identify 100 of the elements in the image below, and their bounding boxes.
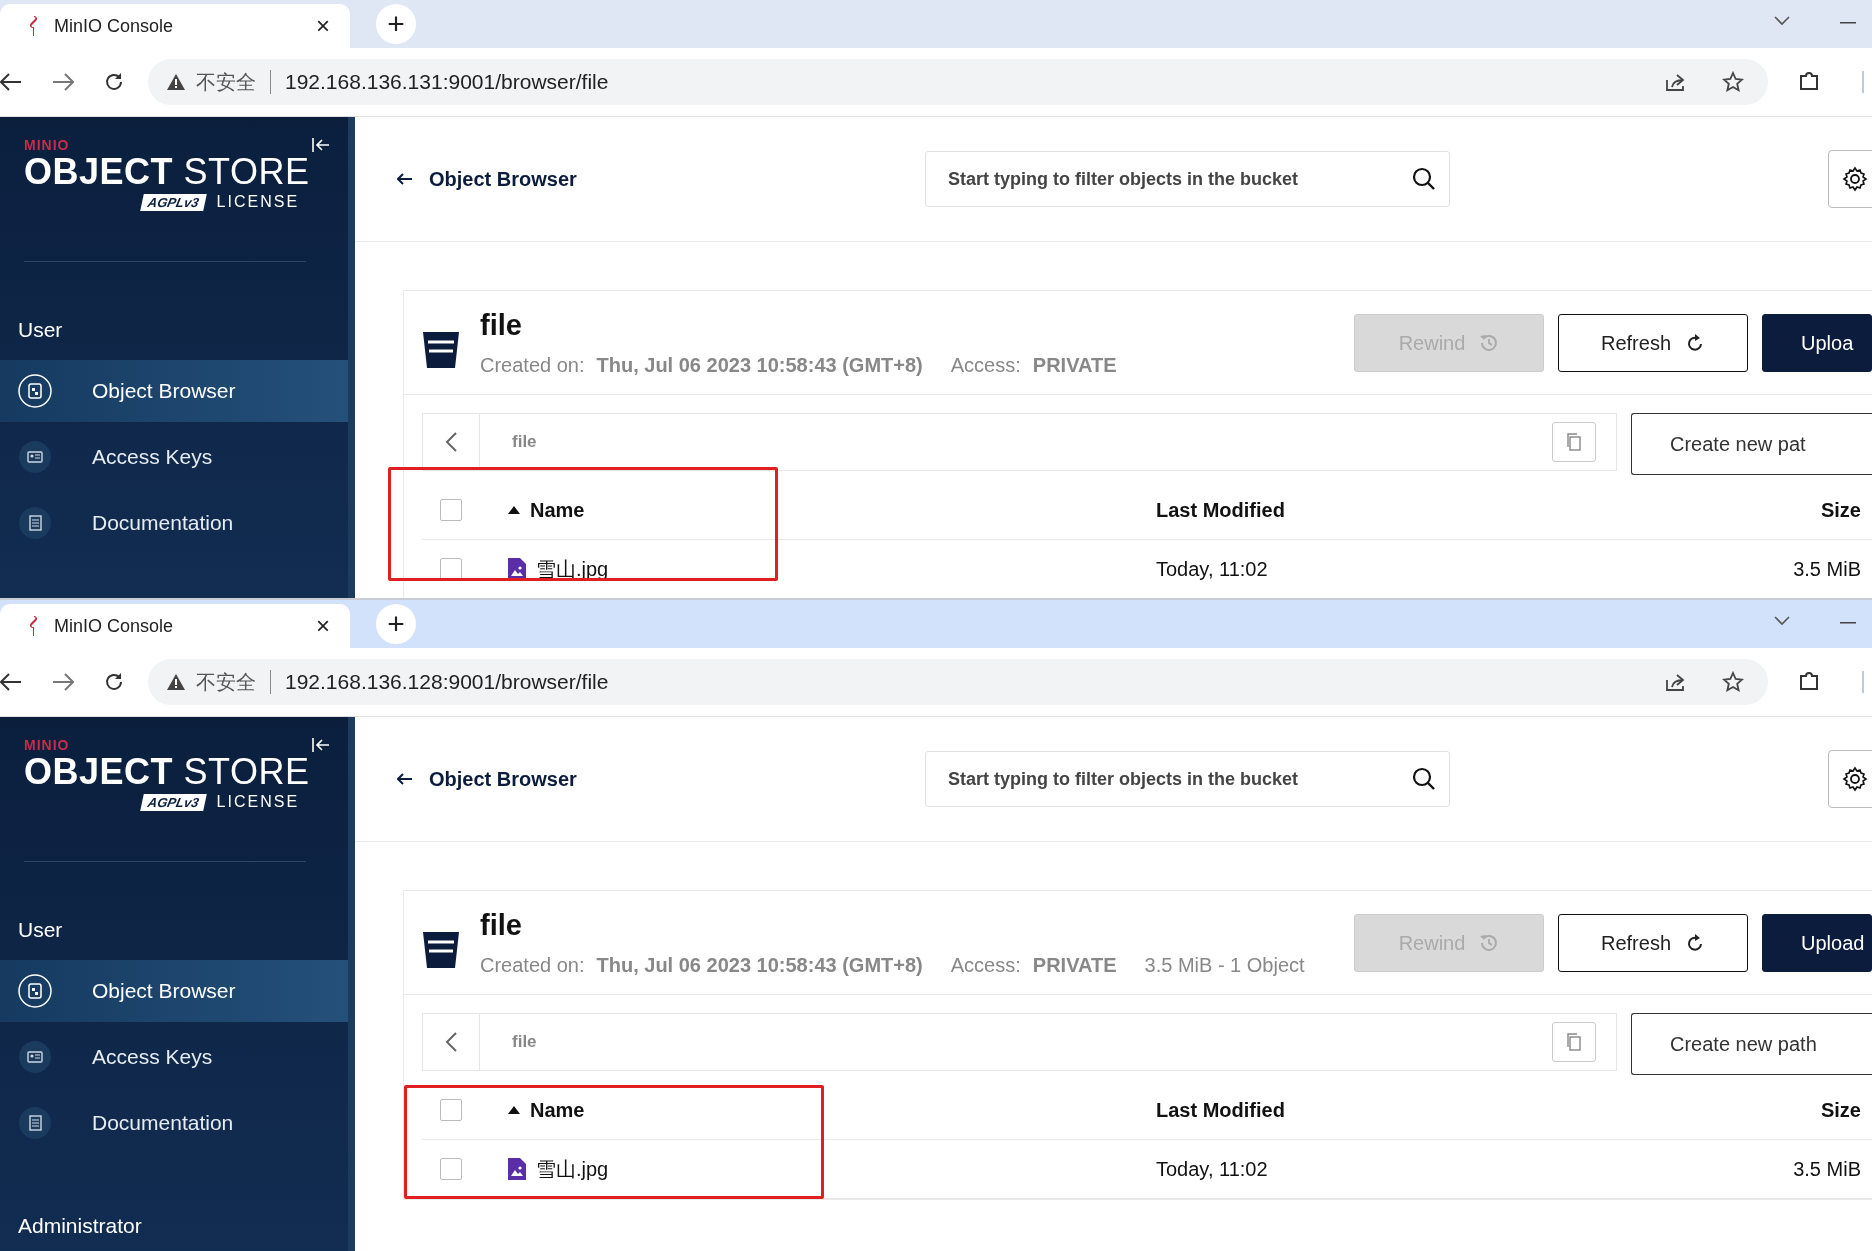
- sidebar-item[interactable]: Object Browser: [0, 960, 348, 1022]
- reload-icon[interactable]: [104, 72, 124, 92]
- column-header[interactable]: Name: [530, 1098, 585, 1122]
- new-tab-button[interactable]: +: [376, 4, 416, 44]
- back-arrow-icon: [397, 773, 413, 785]
- license-badge: AGPLv3: [140, 193, 207, 211]
- chevron-down-icon[interactable]: [1774, 16, 1790, 26]
- meta-label: Access:: [950, 954, 1021, 976]
- browser-tab[interactable]: MinIO Console ×: [0, 4, 350, 48]
- share-icon[interactable]: [1664, 672, 1686, 692]
- forward-arrow-icon[interactable]: [52, 73, 74, 91]
- collapse-icon[interactable]: [312, 737, 330, 753]
- file-size: 3.5 MiB: [1793, 1157, 1861, 1181]
- collapse-icon[interactable]: [312, 137, 330, 153]
- row-checkbox[interactable]: [440, 558, 462, 580]
- column-header[interactable]: Size: [1820, 1098, 1861, 1122]
- section-title: Administrator: [17, 1213, 143, 1239]
- back-arrow-icon[interactable]: [0, 673, 22, 691]
- column-header[interactable]: Last Modified: [1156, 498, 1285, 522]
- logo-brand: MINIO: [24, 737, 70, 753]
- breadcrumb-link[interactable]: file: [512, 432, 537, 452]
- browser-icon: [18, 374, 52, 408]
- logo-title: OBJECT STORE: [24, 153, 310, 191]
- license-label: LICENSE: [216, 793, 300, 811]
- image-file-icon: [508, 1158, 526, 1180]
- chevron-down-icon[interactable]: [1774, 616, 1790, 626]
- sidebar-item[interactable]: Object Browser: [0, 360, 348, 422]
- new-tab-button[interactable]: +: [376, 604, 416, 644]
- id-card-icon: [18, 1040, 52, 1074]
- sidebar-item[interactable]: Documentation: [0, 492, 348, 554]
- file-size: 3.5 MiB: [1793, 557, 1861, 581]
- tab-close-button[interactable]: ×: [316, 12, 330, 40]
- license-badge: AGPLv3: [140, 793, 207, 811]
- modified-date: Today, 11:02: [1156, 1157, 1268, 1181]
- upload-button[interactable]: Uploa: [1762, 314, 1872, 372]
- history-icon: [1479, 333, 1500, 353]
- share-icon[interactable]: [1664, 72, 1686, 92]
- bucket-name: file: [480, 909, 523, 942]
- create-path-button[interactable]: Create new pat: [1631, 413, 1872, 475]
- copy-icon: [1566, 433, 1582, 451]
- document-icon: [18, 1106, 52, 1140]
- column-header[interactable]: Last Modified: [1156, 1098, 1285, 1122]
- url-text: 192.168.136.128:9001/browser/file: [285, 670, 609, 694]
- section-title: User: [17, 317, 64, 343]
- url-text: 192.168.136.131:9001/browser/file: [285, 70, 609, 94]
- search-field[interactable]: Start typing to filter objects in the bucket: [925, 751, 1450, 807]
- bucket-summary: 3.5 MiB - 1 Object: [1144, 954, 1305, 976]
- tab-title: MinIO Console: [54, 15, 175, 37]
- back-link[interactable]: Object Browser: [397, 167, 925, 191]
- refresh-button[interactable]: Refresh: [1558, 314, 1748, 372]
- star-icon[interactable]: [1722, 71, 1744, 93]
- browser-tab[interactable]: MinIO Console ×: [0, 604, 350, 648]
- back-link[interactable]: Object Browser: [397, 767, 925, 791]
- file-name[interactable]: 雪山.jpg: [536, 1155, 609, 1183]
- tab-title: MinIO Console: [54, 615, 175, 637]
- security-warning: 不安全: [196, 669, 256, 695]
- search-field[interactable]: Start typing to filter objects in the bucket: [925, 151, 1450, 207]
- security-warning: 不安全: [196, 69, 256, 95]
- select-all-checkbox[interactable]: [440, 1099, 462, 1121]
- forward-arrow-icon[interactable]: [52, 673, 74, 691]
- select-all-checkbox[interactable]: [440, 499, 462, 521]
- refresh-icon: [1685, 933, 1705, 953]
- meta-label: Access:: [950, 354, 1021, 376]
- sidebar-item[interactable]: Documentation: [0, 1092, 348, 1154]
- bucket-name: file: [480, 309, 523, 342]
- refresh-icon: [1685, 333, 1705, 353]
- id-card-icon: [18, 440, 52, 474]
- meta-value: PRIVATE: [1032, 954, 1117, 976]
- create-path-button[interactable]: Create new path: [1631, 1013, 1872, 1075]
- minimize-icon[interactable]: [1840, 22, 1856, 24]
- logo-title: OBJECT STORE: [24, 753, 310, 791]
- settings-button[interactable]: [1828, 750, 1872, 808]
- reload-icon[interactable]: [104, 672, 124, 692]
- address-bar[interactable]: 不安全 192.168.136.128:9001/browser/file: [148, 659, 1768, 705]
- refresh-button[interactable]: Refresh: [1558, 914, 1748, 972]
- upload-button[interactable]: Upload: [1762, 914, 1872, 972]
- sidebar-item[interactable]: Access Keys: [0, 1026, 348, 1088]
- tab-close-button[interactable]: ×: [316, 612, 330, 640]
- image-file-icon: [508, 558, 526, 580]
- settings-icon: [1842, 766, 1868, 792]
- warning-icon: [166, 73, 186, 91]
- meta-label: Created on:: [480, 954, 585, 976]
- star-icon[interactable]: [1722, 671, 1744, 693]
- license-label: LICENSE: [216, 193, 300, 211]
- settings-icon: [1842, 166, 1868, 192]
- settings-button[interactable]: [1828, 150, 1872, 208]
- back-arrow-icon[interactable]: [0, 73, 22, 91]
- column-header[interactable]: Size: [1820, 498, 1861, 522]
- copy-icon: [1566, 1033, 1582, 1051]
- history-icon: [1479, 933, 1500, 953]
- sidebar-item[interactable]: Access Keys: [0, 426, 348, 488]
- section-title: User: [17, 917, 64, 943]
- breadcrumb-link[interactable]: file: [512, 1032, 537, 1052]
- bucket-icon: [422, 329, 460, 369]
- minimize-icon[interactable]: [1840, 622, 1856, 624]
- column-header[interactable]: Name: [530, 498, 585, 522]
- meta-label: Created on:: [480, 354, 585, 376]
- row-checkbox[interactable]: [440, 1158, 462, 1180]
- address-bar[interactable]: 不安全 192.168.136.131:9001/browser/file: [148, 59, 1768, 105]
- meta-value: PRIVATE: [1032, 354, 1117, 376]
